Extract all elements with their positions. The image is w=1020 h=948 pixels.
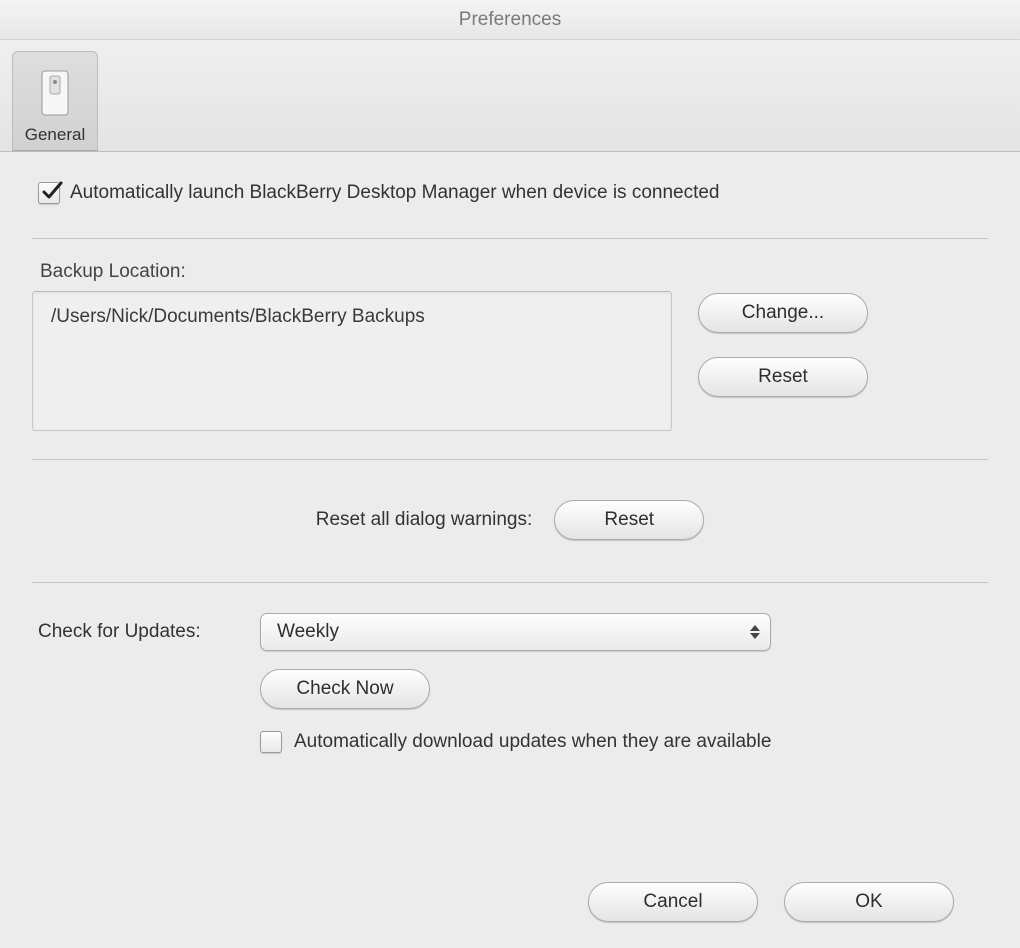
window-title: Preferences xyxy=(459,9,561,31)
toolbar-tab-general[interactable]: General xyxy=(12,51,98,151)
updates-controls: Weekly Check Now Automatically down xyxy=(260,613,771,753)
updates-label: Check for Updates: xyxy=(38,613,238,643)
reset-warnings-button[interactable]: Reset xyxy=(554,500,704,540)
backup-row: /Users/Nick/Documents/BlackBerry Backups… xyxy=(32,291,988,431)
footer: Cancel OK xyxy=(32,860,988,948)
reset-warnings-row: Reset all dialog warnings: Reset xyxy=(32,460,988,582)
backup-location-label: Backup Location: xyxy=(40,261,988,283)
backup-buttons: Change... Reset xyxy=(698,291,868,397)
auto-download-label: Automatically download updates when they… xyxy=(294,731,771,753)
preferences-window: Preferences General Automatically launch… xyxy=(0,0,1020,948)
reset-backup-button[interactable]: Reset xyxy=(698,357,868,397)
reset-backup-button-label: Reset xyxy=(758,366,808,388)
check-now-label: Check Now xyxy=(296,678,393,700)
toolbar-tab-label: General xyxy=(25,125,85,145)
change-button[interactable]: Change... xyxy=(698,293,868,333)
updates-row: Check for Updates: Weekly Check Now xyxy=(32,613,988,753)
auto-launch-row: Automatically launch BlackBerry Desktop … xyxy=(38,182,988,204)
switch-icon xyxy=(33,65,77,121)
auto-download-row: Automatically download updates when they… xyxy=(260,731,771,753)
popup-arrows-icon xyxy=(746,625,760,639)
reset-warnings-label: Reset all dialog warnings: xyxy=(316,509,533,531)
backup-section: Backup Location: /Users/Nick/Documents/B… xyxy=(32,239,988,459)
cancel-button-label: Cancel xyxy=(643,891,702,913)
toolbar: General xyxy=(0,40,1020,152)
content: Automatically launch BlackBerry Desktop … xyxy=(0,152,1020,948)
change-button-label: Change... xyxy=(742,302,824,324)
cancel-button[interactable]: Cancel xyxy=(588,882,758,922)
auto-launch-checkbox[interactable] xyxy=(38,182,60,204)
update-frequency-popup[interactable]: Weekly xyxy=(260,613,771,651)
titlebar: Preferences xyxy=(0,0,1020,40)
backup-path-box: /Users/Nick/Documents/BlackBerry Backups xyxy=(32,291,672,431)
ok-button[interactable]: OK xyxy=(784,882,954,922)
backup-path-text: /Users/Nick/Documents/BlackBerry Backups xyxy=(51,306,425,327)
reset-warnings-button-label: Reset xyxy=(604,509,654,531)
ok-button-label: OK xyxy=(855,891,882,913)
check-now-button[interactable]: Check Now xyxy=(260,669,430,709)
auto-download-checkbox[interactable] xyxy=(260,731,282,753)
updates-section: Check for Updates: Weekly Check Now xyxy=(32,583,988,753)
update-frequency-value: Weekly xyxy=(277,621,339,643)
auto-launch-label: Automatically launch BlackBerry Desktop … xyxy=(70,182,720,204)
